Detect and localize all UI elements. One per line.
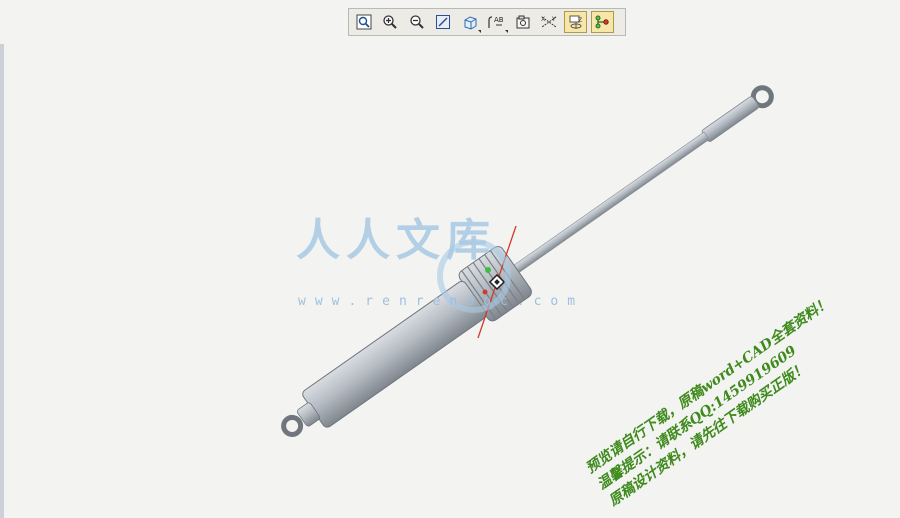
svg-text:X: X (541, 16, 545, 23)
view-manager-icon (516, 15, 529, 29)
datum-display-button[interactable]: X Y (538, 11, 561, 33)
svg-text:Z: Z (578, 17, 582, 24)
repaint-button[interactable] (432, 11, 455, 33)
zoom-out-icon (409, 15, 424, 29)
connection-icon (595, 15, 609, 29)
view-manager-button[interactable] (511, 11, 534, 33)
zoom-fit-icon (356, 14, 371, 30)
refit-button[interactable] (352, 11, 375, 33)
watermark-logo-text: 人人文库 (296, 215, 496, 266)
saved-views-button[interactable]: AB (485, 11, 508, 33)
dropdown-arrow-icon (504, 30, 508, 33)
model-viewport[interactable]: 人人文库 www.renrendoc.com 预览请自行下载，原稿word+CA… (4, 44, 900, 518)
view-toolbar: AB X Y Z (348, 8, 626, 36)
display-style-button[interactable] (458, 11, 481, 33)
named-views-icon: AB (488, 16, 504, 28)
gas-spring-model[interactable] (4, 44, 900, 518)
svg-text:Y: Y (551, 16, 556, 23)
cube-icon (464, 16, 476, 30)
rod-end-fitting (701, 96, 760, 142)
zoom-in-button[interactable] (379, 11, 402, 33)
dropdown-arrow-icon (478, 30, 481, 33)
zoom-out-button[interactable] (405, 11, 428, 33)
spin-center-icon: Z (569, 15, 582, 29)
mechanism-button[interactable] (590, 11, 614, 33)
mount-eye (281, 414, 304, 437)
piston-rod (513, 131, 710, 273)
watermark-url: www.renrendoc.com (298, 294, 585, 309)
datum-axes-icon: X Y (541, 16, 557, 28)
spin-center-button[interactable]: Z (564, 11, 587, 33)
svg-text:AB: AB (494, 16, 504, 24)
repaint-icon (436, 15, 450, 29)
zoom-in-icon (383, 15, 397, 29)
